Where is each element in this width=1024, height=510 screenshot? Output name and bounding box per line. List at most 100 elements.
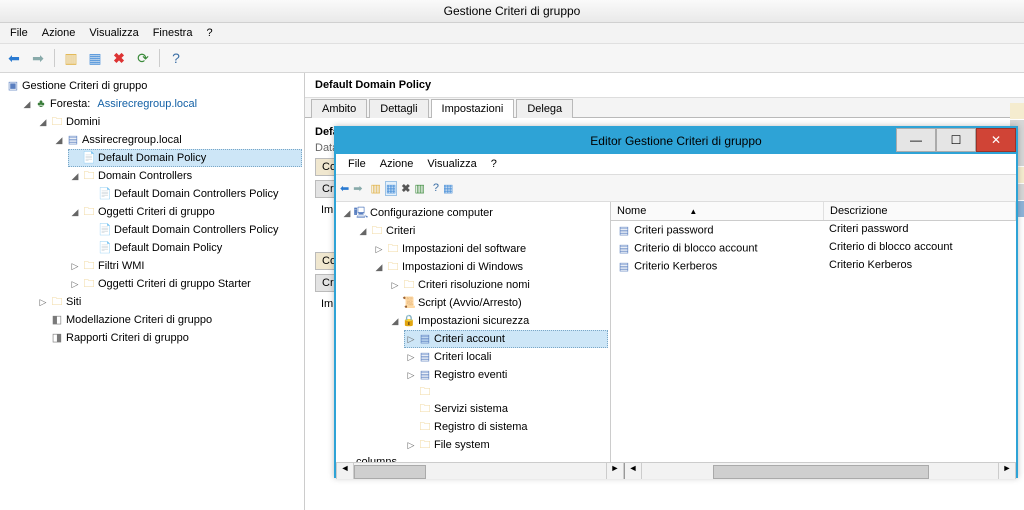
editor-menu-file[interactable]: File: [342, 156, 372, 172]
view-icon[interactable]: ▦: [85, 48, 105, 68]
editor-hscroll[interactable]: ◄ ► ◄ ►: [336, 462, 1016, 479]
expander-icon[interactable]: ◢: [22, 96, 32, 112]
tree-criteri-account[interactable]: ▷ ▤ Criteri account: [404, 330, 608, 348]
editor-menu-help[interactable]: ?: [485, 156, 503, 172]
tree-imp-software[interactable]: ▷ 🗀 Impostazioni del software: [372, 240, 608, 258]
editor-tree[interactable]: ◢ 🖳 Configurazione computer ◢ 🗀 Criteri: [336, 202, 611, 462]
expander-icon[interactable]: ▷: [38, 294, 48, 310]
tree-ddcp[interactable]: 📄 Default Domain Controllers Policy: [84, 185, 302, 203]
scroll-left-icon[interactable]: ◄: [624, 463, 642, 479]
expander-icon[interactable]: ▷: [406, 331, 416, 347]
delete-icon[interactable]: ✖: [401, 182, 410, 195]
tree-rapporti[interactable]: ◨ Rapporti Criteri di gruppo: [36, 329, 302, 347]
back-icon[interactable]: ⬅: [340, 182, 349, 195]
help-icon[interactable]: ?: [433, 182, 439, 194]
tree-servizi[interactable]: 🗀 Servizi sistema: [404, 400, 608, 418]
expander-icon[interactable]: ▷: [374, 241, 384, 257]
refresh-icon[interactable]: ⟳: [133, 48, 153, 68]
menu-visualizza[interactable]: Visualizza: [83, 25, 144, 41]
tree-domain[interactable]: ◢ ▤ Assirecregroup.local: [52, 131, 302, 149]
expander-icon[interactable]: ◢: [374, 259, 384, 275]
policy-icon: ▤: [617, 241, 631, 255]
view-icon[interactable]: ▦: [385, 181, 397, 196]
tree-foresta[interactable]: ◢ ♣ Foresta: Assirecregroup.local: [20, 95, 302, 113]
tree-default-domain-policy[interactable]: 📄 Default Domain Policy: [68, 149, 302, 167]
tree-ddp-2[interactable]: 📄 Default Domain Policy: [84, 239, 302, 257]
editor-titlebar[interactable]: Editor Gestione Criteri di gruppo — ☐ ✕: [336, 128, 1016, 154]
expander-icon[interactable]: ◢: [358, 223, 368, 239]
tree-modellazione[interactable]: ◧ Modellazione Criteri di gruppo: [36, 311, 302, 329]
tree-config-computer[interactable]: ◢ 🖳 Configurazione computer: [340, 204, 608, 222]
tree-siti[interactable]: ▷ 🗀 Siti: [36, 293, 302, 311]
scroll-thumb[interactable]: [713, 465, 929, 479]
scroll-right-icon[interactable]: ►: [606, 463, 624, 479]
tree-oggetti-criteri[interactable]: ◢ 🗀 Oggetti Criteri di gruppo: [68, 203, 302, 221]
regsys-label: Registro di sistema: [434, 419, 528, 435]
help-icon[interactable]: ?: [166, 48, 186, 68]
editor-menu-azione[interactable]: Azione: [374, 156, 420, 172]
expander-icon[interactable]: ▷: [406, 367, 416, 383]
tree-filtri-wmi[interactable]: ▷ 🗀 Filtri WMI: [68, 257, 302, 275]
export-icon[interactable]: ▥: [414, 182, 424, 195]
list-item[interactable]: ▤ Criterio Kerberos Criterio Kerberos: [611, 257, 1016, 275]
tree-gruppi[interactable]: 🗀: [404, 384, 608, 400]
tree-imp-windows[interactable]: ◢ 🗀 Impostazioni di Windows: [372, 258, 608, 276]
list-item[interactable]: ▤ Criteri password Criteri password: [611, 221, 1016, 239]
minimize-button[interactable]: —: [896, 128, 936, 152]
tree-filesystem[interactable]: ▷ 🗀 File system: [404, 436, 608, 454]
expander-icon[interactable]: ▷: [390, 277, 400, 293]
maximize-button[interactable]: ☐: [936, 128, 976, 152]
tree-ddcp-2[interactable]: 📄 Default Domain Controllers Policy: [84, 221, 302, 239]
menu-azione[interactable]: Azione: [36, 25, 82, 41]
policy-icon: 📄: [98, 187, 112, 201]
folder-icon: 🗀: [50, 115, 64, 129]
scroll-right-icon[interactable]: ►: [998, 463, 1016, 479]
delete-icon[interactable]: ✖: [109, 48, 129, 68]
tab-ambito[interactable]: Ambito: [311, 99, 367, 118]
expander-icon[interactable]: ▷: [70, 258, 80, 274]
tree-script[interactable]: 📜 Script (Avvio/Arresto): [388, 294, 608, 312]
tree-regsys[interactable]: 🗀 Registro di sistema: [404, 418, 608, 436]
console-tree[interactable]: ▣ Gestione Criteri di gruppo ◢ ♣ Foresta…: [0, 73, 305, 510]
tree-sicurezza[interactable]: ◢ 🔒 Impostazioni sicurezza: [388, 312, 608, 330]
scroll-left-icon[interactable]: ◄: [336, 463, 354, 479]
new-icon[interactable]: ▥: [61, 48, 81, 68]
expander-icon[interactable]: ◢: [70, 204, 80, 220]
properties-icon[interactable]: ▦: [443, 182, 453, 195]
menu-finestra[interactable]: Finestra: [147, 25, 199, 41]
expander-icon[interactable]: ◢: [54, 132, 64, 148]
expander-icon[interactable]: ◢: [38, 114, 48, 130]
tree-starter[interactable]: ▷ 🗀 Oggetti Criteri di gruppo Starter: [68, 275, 302, 293]
editor-menu-visualizza[interactable]: Visualizza: [421, 156, 482, 172]
tree-eventi[interactable]: ▷ ▤ Registro eventi: [404, 366, 608, 384]
expander-icon[interactable]: ◢: [70, 168, 80, 184]
tab-dettagli[interactable]: Dettagli: [369, 99, 428, 118]
expander-icon[interactable]: ◢: [390, 313, 400, 329]
column-descrizione[interactable]: Descrizione: [824, 202, 1016, 220]
list-header[interactable]: Nome ▲ Descrizione: [611, 202, 1016, 221]
forward-icon[interactable]: ➡: [28, 48, 48, 68]
back-icon[interactable]: ⬅: [4, 48, 24, 68]
editor-window[interactable]: Editor Gestione Criteri di gruppo — ☐ ✕ …: [334, 126, 1018, 478]
scroll-thumb[interactable]: [354, 465, 426, 479]
column-nome[interactable]: Nome ▲: [611, 202, 824, 220]
tree-domini[interactable]: ◢ 🗀 Domini: [36, 113, 302, 131]
expander-icon[interactable]: ▷: [70, 276, 80, 292]
close-button[interactable]: ✕: [976, 128, 1016, 152]
menu-help[interactable]: ?: [200, 25, 218, 41]
tree-nomi[interactable]: ▷ 🗀 Criteri risoluzione nomi: [388, 276, 608, 294]
tree-criteri[interactable]: ◢ 🗀 Criteri: [356, 222, 608, 240]
tree-domain-controllers[interactable]: ◢ 🗀 Domain Controllers: [68, 167, 302, 185]
editor-list[interactable]: Nome ▲ Descrizione ▤ Criteri password Cr…: [611, 202, 1016, 462]
expander-icon[interactable]: ◢: [342, 205, 352, 221]
list-item[interactable]: ▤ Criterio di blocco account Criterio di…: [611, 239, 1016, 257]
expander-icon[interactable]: ▷: [406, 437, 416, 453]
forward-icon[interactable]: ➡: [353, 182, 362, 195]
tree-root[interactable]: ▣ Gestione Criteri di gruppo: [4, 77, 302, 95]
tab-delega[interactable]: Delega: [516, 99, 573, 118]
new-icon[interactable]: ▥: [370, 182, 380, 195]
tree-criteri-locali[interactable]: ▷ ▤ Criteri locali: [404, 348, 608, 366]
tab-impostazioni[interactable]: Impostazioni: [431, 99, 515, 118]
expander-icon[interactable]: ▷: [406, 349, 416, 365]
menu-file[interactable]: File: [4, 25, 34, 41]
